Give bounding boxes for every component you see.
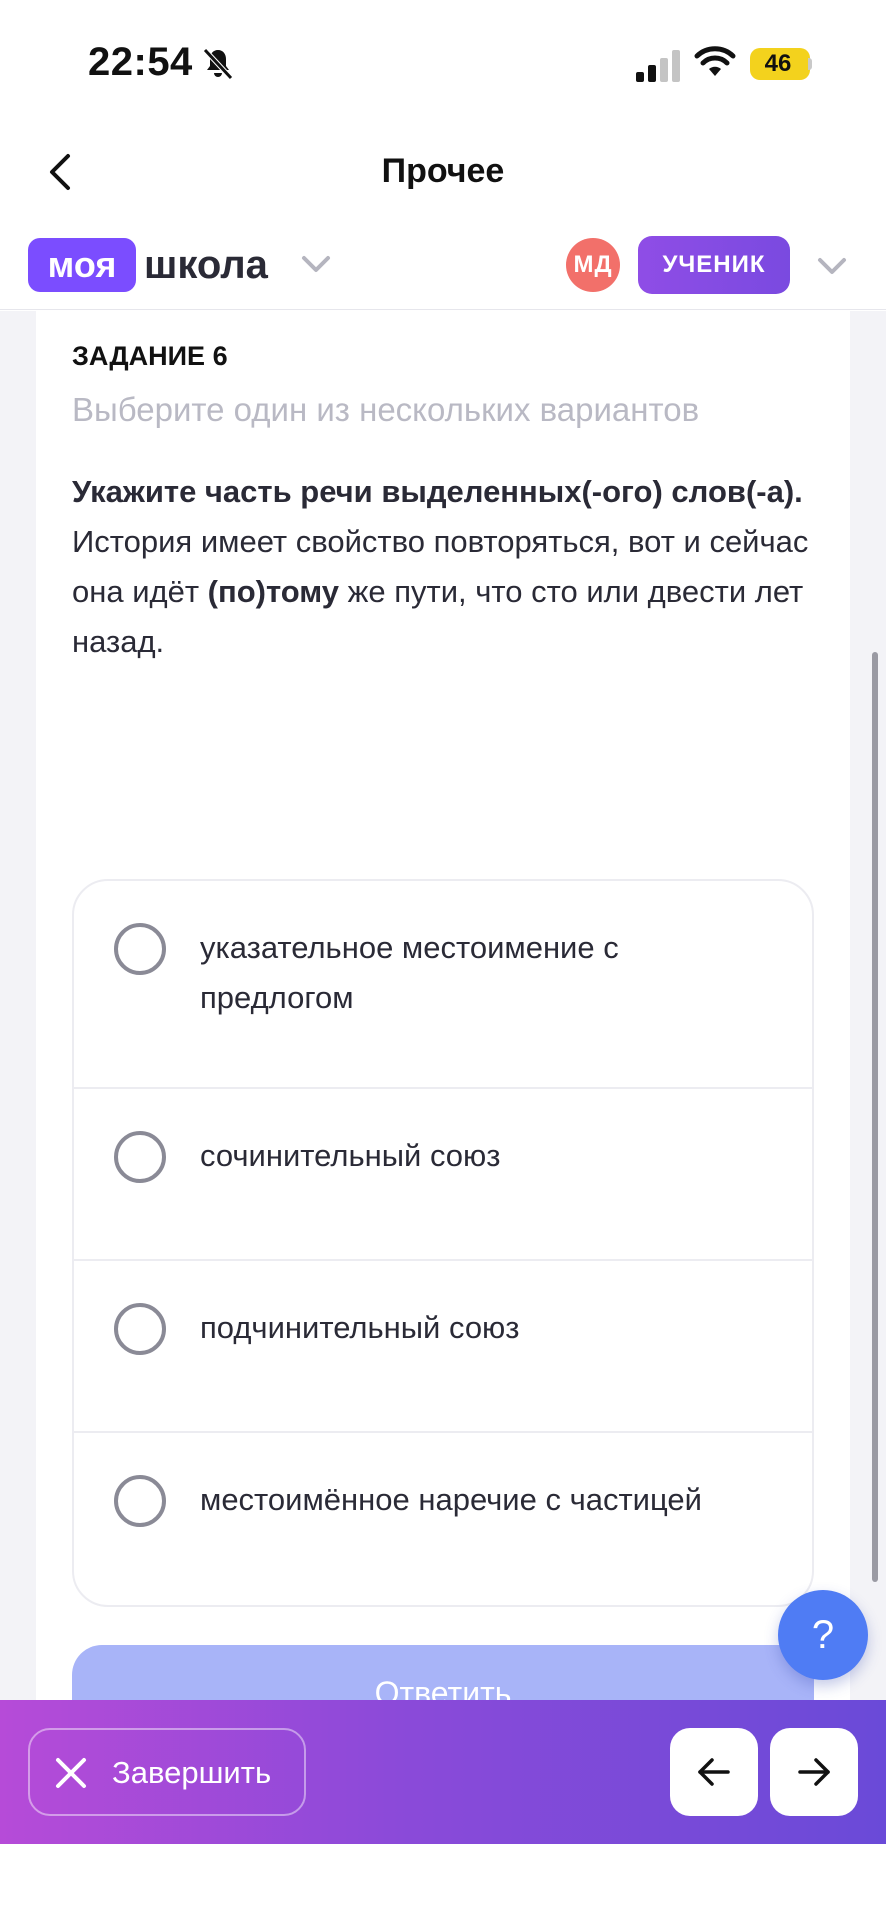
option-label: местоимённое наречие с частицей: [200, 1482, 702, 1517]
finish-label: Завершить: [112, 1755, 272, 1790]
arrow-left-icon: [698, 1758, 730, 1786]
task-card: ЗАДАНИЕ 6 Выберите один из нескольких ва…: [36, 311, 850, 1700]
question-highlight: (по)тому: [207, 574, 340, 609]
finish-button[interactable]: Завершить: [28, 1728, 306, 1816]
avatar[interactable]: МД: [566, 238, 620, 292]
close-icon: [56, 1758, 86, 1788]
options-list: указательное местоимение с предлогом соч…: [72, 879, 814, 1607]
previous-button[interactable]: [670, 1728, 758, 1816]
wifi-icon: [694, 46, 736, 76]
radio-button[interactable]: [114, 1475, 166, 1527]
nav-bar: Прочее: [0, 130, 886, 230]
page-title: Прочее: [381, 152, 505, 190]
logo-shkola: школа: [144, 243, 268, 287]
option-item[interactable]: местоимённое наречие с частицей: [74, 1433, 812, 1605]
home-indicator-area: [0, 1844, 886, 1920]
radio-button[interactable]: [114, 1303, 166, 1355]
signal-icon: [636, 50, 680, 82]
chevron-down-icon[interactable]: [300, 254, 332, 274]
content-area: ЗАДАНИЕ 6 Выберите один из нескольких ва…: [0, 311, 886, 1700]
radio-button[interactable]: [114, 923, 166, 975]
bottom-bar: Завершить: [0, 1700, 886, 1844]
answer-button[interactable]: Ответить: [72, 1645, 814, 1700]
option-label: сочинительный союз: [200, 1138, 501, 1173]
option-item[interactable]: подчинительный союз: [74, 1261, 812, 1433]
option-label: указательное местоимение с предлогом: [200, 930, 619, 1015]
task-label: ЗАДАНИЕ 6: [72, 341, 228, 371]
option-item[interactable]: указательное местоимение с предлогом: [74, 881, 812, 1089]
battery-level: 46: [764, 50, 792, 77]
status-time: 22:54: [88, 40, 193, 84]
back-button[interactable]: [40, 148, 80, 196]
question-text: История имеет свойство повторяться, вот …: [72, 517, 812, 667]
option-item[interactable]: сочинительный союз: [74, 1089, 812, 1261]
arrow-right-icon: [798, 1758, 830, 1786]
task-hint: Выберите один из нескольких вариантов: [72, 391, 700, 428]
help-button[interactable]: ?: [778, 1590, 868, 1680]
bell-off-icon: [203, 48, 233, 80]
chevron-down-icon[interactable]: [816, 256, 848, 276]
brand-header: моя школа МД УЧЕНИК: [0, 230, 886, 310]
scrollbar[interactable]: [872, 652, 878, 1582]
next-button[interactable]: [770, 1728, 858, 1816]
logo-moya: моя: [28, 238, 136, 292]
option-label: подчинительный союз: [200, 1310, 520, 1345]
question: Укажите часть речи выделенных(-ого) слов…: [72, 467, 812, 667]
radio-button[interactable]: [114, 1131, 166, 1183]
battery-icon: 46: [750, 48, 810, 80]
question-title: Укажите часть речи выделенных(-ого) слов…: [72, 474, 803, 509]
battery-tip: [808, 58, 812, 70]
role-badge[interactable]: УЧЕНИК: [638, 236, 790, 294]
status-bar: 22:54 46: [0, 0, 886, 130]
